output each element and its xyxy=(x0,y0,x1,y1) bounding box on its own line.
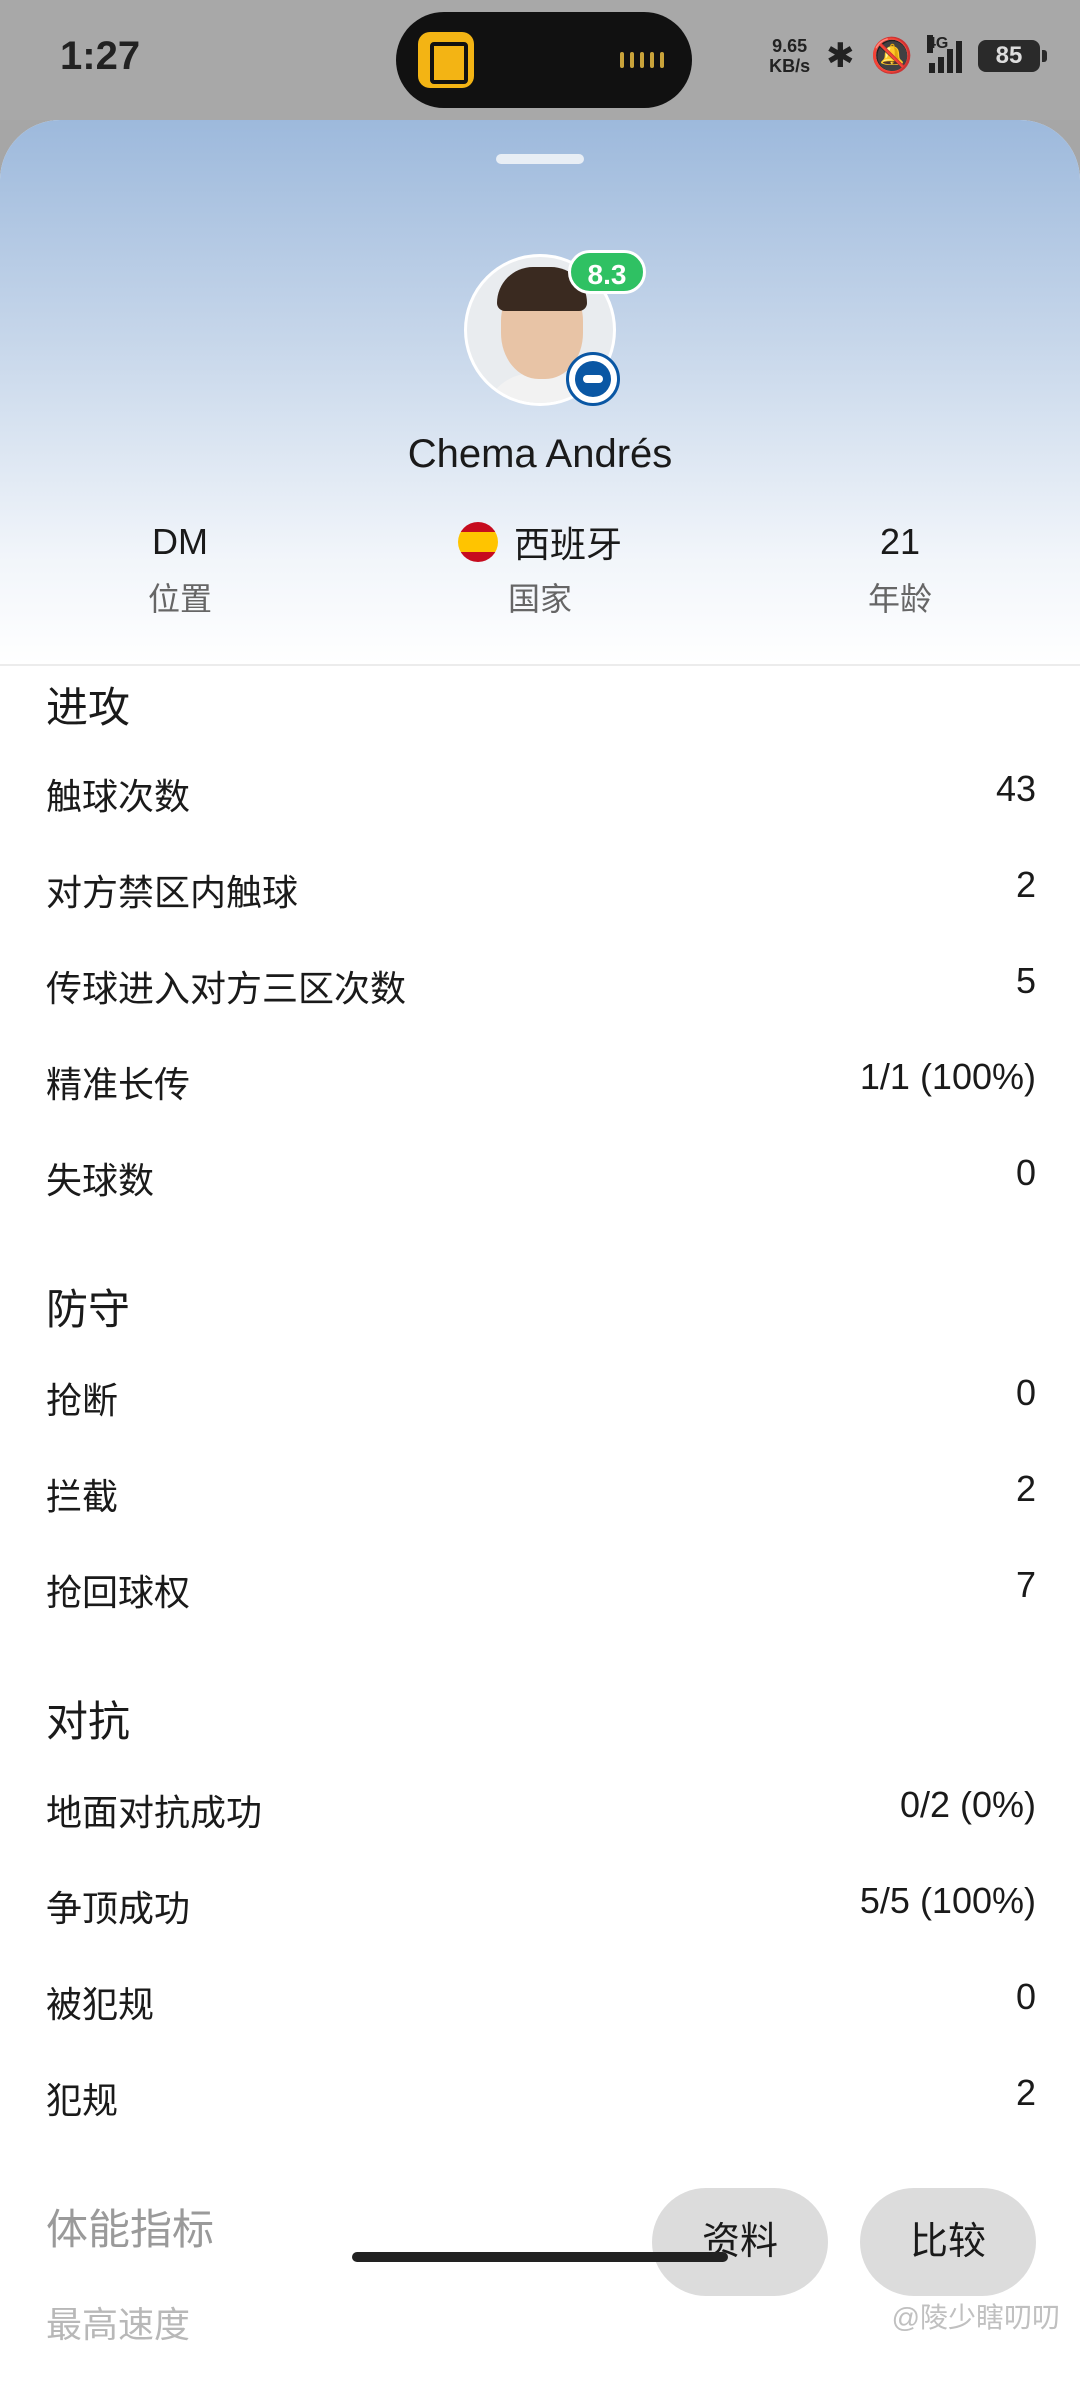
stat-value: 5/5 (100%) xyxy=(859,1880,1036,1921)
stat-value: 0/2 (0%) xyxy=(899,1784,1036,1825)
stat-value: 0 xyxy=(1015,1152,1036,1193)
age-info: 21 年龄 xyxy=(720,520,1080,620)
player-sheet: 8.3 Chema Andrés DM 位置 西班牙 国家 21 年龄 进攻 触… xyxy=(0,120,1080,2400)
stat-label: 抢回球权 xyxy=(46,1572,191,1613)
country-value: 西班牙 xyxy=(513,524,622,565)
position-label: 位置 xyxy=(147,581,212,617)
age-label: 年龄 xyxy=(867,581,932,617)
stat-value: 1/1 (100%) xyxy=(859,1056,1036,1097)
section-title-physical: 体能指标 xyxy=(46,2206,215,2253)
player-name: Chema Andrés xyxy=(407,432,673,476)
stat-label: 犯规 xyxy=(46,2080,119,2121)
stat-label: 地面对抗成功 xyxy=(46,1792,263,1833)
stat-row: 抢回球权 7 xyxy=(46,1564,1036,1616)
network-type: 4G xyxy=(927,35,949,53)
stat-label: 抢断 xyxy=(46,1380,119,1421)
battery-icon: 85 xyxy=(978,40,1047,72)
stat-value: 5 xyxy=(1015,960,1036,1001)
position-value: DM xyxy=(152,521,208,562)
rating-badge: 8.3 xyxy=(568,250,646,294)
age-value: 21 xyxy=(879,521,921,562)
stat-row: 地面对抗成功 0/2 (0%) xyxy=(46,1784,1036,1836)
stat-label: 拦截 xyxy=(46,1476,119,1517)
stat-value: 0 xyxy=(1015,1372,1036,1413)
club-badge-icon xyxy=(566,352,620,406)
stat-row: 抢断 0 xyxy=(46,1372,1036,1424)
signal-icon: 4G xyxy=(927,35,962,73)
stat-row: 拦截 2 xyxy=(46,1468,1036,1520)
stat-value: 7 xyxy=(1015,1564,1036,1605)
bluetooth-icon: ✱ xyxy=(826,37,855,75)
stat-row: 最高速度 xyxy=(46,2296,1036,2348)
stat-row: 对方禁区内触球 2 xyxy=(46,864,1036,916)
status-time: 1:27 xyxy=(60,34,141,78)
stat-row: 触球次数 43 xyxy=(46,768,1036,820)
stat-row: 传球进入对方三区次数 5 xyxy=(46,960,1036,1012)
section-title-duels: 对抗 xyxy=(46,1698,131,1745)
status-icons: 9.65 KB/s ✱ 🔕 4G 85 xyxy=(769,35,1047,76)
country-label: 国家 xyxy=(507,581,572,617)
stat-value: 2 xyxy=(1015,864,1036,905)
stat-row: 失球数 0 xyxy=(46,1152,1036,1204)
stat-label: 失球数 xyxy=(46,1160,155,1201)
profile-button[interactable]: 资料 xyxy=(652,2188,828,2296)
player-header: 8.3 Chema Andrés DM 位置 西班牙 国家 21 年龄 xyxy=(0,120,1080,666)
status-bar: 1:27 9.65 KB/s ✱ 🔕 4G 85 xyxy=(0,0,1080,120)
stat-label: 传球进入对方三区次数 xyxy=(46,968,407,1009)
audio-bars-icon xyxy=(620,52,664,68)
home-indicator[interactable] xyxy=(352,2252,728,2262)
watermark: @陵少瞎叨叨 xyxy=(891,2302,1060,2333)
dynamic-island[interactable] xyxy=(396,12,692,108)
app-activity-icon xyxy=(418,32,474,88)
stat-label: 被犯规 xyxy=(46,1984,155,2025)
drag-handle[interactable] xyxy=(496,154,584,164)
stat-row: 犯规 2 xyxy=(46,2072,1036,2124)
network-speed: 9.65 KB/s xyxy=(769,36,810,76)
spain-flag-icon xyxy=(457,522,498,562)
stat-row: 争顶成功 5/5 (100%) xyxy=(46,1880,1036,1932)
compare-button[interactable]: 比较 xyxy=(860,2188,1036,2296)
mute-bell-icon: 🔕 xyxy=(870,37,913,75)
stat-row: 被犯规 0 xyxy=(46,1976,1036,2028)
stat-label: 对方禁区内触球 xyxy=(46,872,299,913)
network-speed-value: 9.65 xyxy=(772,36,808,56)
stat-value: 2 xyxy=(1015,1468,1036,1509)
stat-label: 触球次数 xyxy=(46,776,191,817)
stat-value: 43 xyxy=(995,768,1036,809)
section-title-defense: 防守 xyxy=(46,1286,131,1333)
stat-label: 精准长传 xyxy=(46,1064,191,1105)
stat-label: 最高速度 xyxy=(46,2304,191,2345)
country-info: 西班牙 国家 xyxy=(360,520,720,620)
section-title-attack: 进攻 xyxy=(46,684,131,731)
network-speed-unit: KB/s xyxy=(769,56,811,76)
position-info: DM 位置 xyxy=(0,520,360,620)
stat-value: 2 xyxy=(1015,2072,1036,2113)
stat-value: 0 xyxy=(1015,1976,1036,2017)
stat-label: 争顶成功 xyxy=(46,1888,191,1929)
stat-row: 精准长传 1/1 (100%) xyxy=(46,1056,1036,1108)
